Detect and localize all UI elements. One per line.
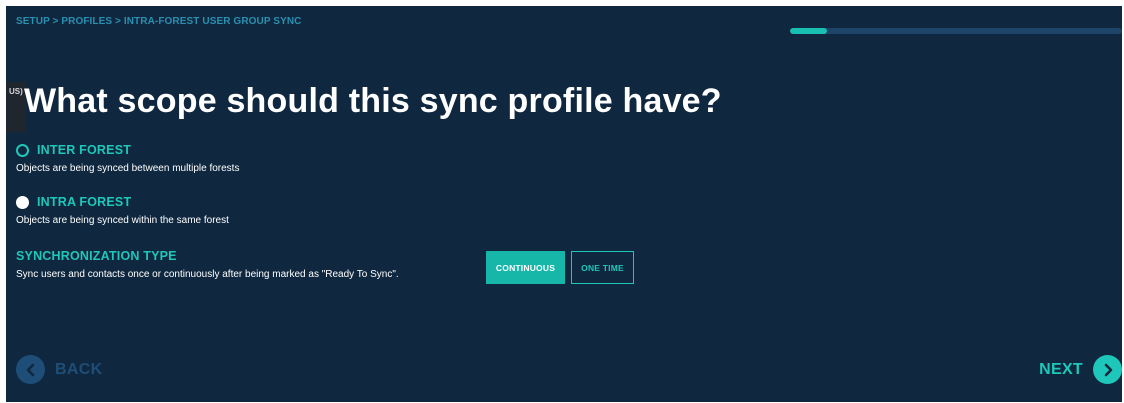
sync-type-section: SYNCHRONIZATION TYPE Sync users and cont… bbox=[16, 249, 399, 280]
back-label: BACK bbox=[55, 360, 103, 378]
continuous-button[interactable]: CONTINUOUS bbox=[486, 251, 565, 284]
sync-type-description: Sync users and contacts once or continuo… bbox=[16, 269, 399, 280]
inter-forest-description: Objects are being synced between multipl… bbox=[16, 163, 240, 174]
side-tab-label: US) bbox=[9, 87, 23, 96]
chevron-right-icon bbox=[1093, 355, 1122, 384]
back-button[interactable]: BACK bbox=[16, 355, 102, 384]
sync-type-toggle: CONTINUOUS ONE TIME bbox=[486, 251, 634, 284]
chevron-left-icon bbox=[16, 355, 45, 384]
intra-forest-label: INTRA FOREST bbox=[37, 195, 132, 209]
sync-type-title: SYNCHRONIZATION TYPE bbox=[16, 249, 177, 263]
intra-forest-description: Objects are being synced within the same… bbox=[16, 215, 229, 226]
intra-forest-radio[interactable] bbox=[16, 195, 29, 209]
inter-forest-radio[interactable] bbox=[16, 143, 29, 157]
progress-bar bbox=[790, 28, 1122, 34]
next-label: NEXT bbox=[1039, 360, 1083, 378]
page-title: What scope should this sync profile have… bbox=[24, 82, 722, 120]
inter-forest-label: INTER FOREST bbox=[37, 143, 132, 157]
one-time-button[interactable]: ONE TIME bbox=[571, 251, 634, 284]
side-tab[interactable]: US) bbox=[6, 82, 26, 132]
wizard-panel: SETUP > PROFILES > INTRA-FOREST USER GRO… bbox=[6, 6, 1122, 402]
progress-bar-fill bbox=[790, 28, 827, 34]
breadcrumb[interactable]: SETUP > PROFILES > INTRA-FOREST USER GRO… bbox=[16, 16, 302, 27]
next-button[interactable]: NEXT bbox=[1039, 355, 1122, 384]
scope-option-inter-forest[interactable]: INTER FOREST Objects are being synced be… bbox=[16, 143, 239, 174]
scope-option-intra-forest[interactable]: INTRA FOREST Objects are being synced wi… bbox=[16, 195, 229, 226]
